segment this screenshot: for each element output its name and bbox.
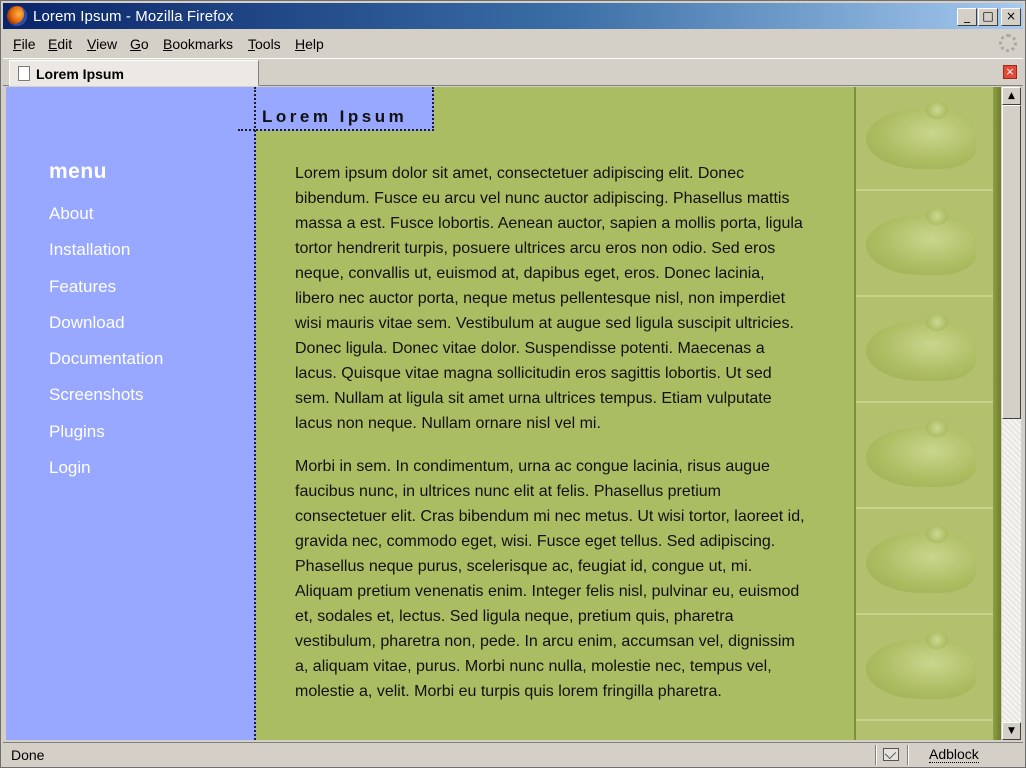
- decorative-frog-strip: [854, 87, 1001, 740]
- menu-view[interactable]: View: [87, 36, 117, 52]
- content-paragraph: Lorem ipsum dolor sit amet, consectetuer…: [295, 165, 803, 432]
- status-bar: Done Adblock: [3, 742, 1023, 766]
- frog-image: [856, 299, 1001, 403]
- site-title: Lorem Ipsum: [262, 107, 408, 126]
- frog-image: [856, 87, 1001, 191]
- menu-heading: menu: [49, 160, 108, 183]
- frog-image: [856, 617, 1001, 721]
- firefox-logo-icon: [7, 6, 27, 26]
- minimize-button[interactable]: _: [957, 8, 977, 26]
- nav-link-installation[interactable]: Installation: [49, 240, 163, 276]
- vertical-scrollbar[interactable]: ▲ ▼: [1002, 87, 1021, 740]
- nav-link-features[interactable]: Features: [49, 277, 163, 313]
- page-viewport: Lorem Ipsum menu About Installation Feat…: [6, 87, 1001, 740]
- nav-link-screenshots[interactable]: Screenshots: [49, 385, 163, 421]
- content-paragraph: Morbi in sem. In condimentum, urna ac co…: [295, 458, 805, 700]
- menu-go[interactable]: Go: [130, 36, 149, 52]
- nav-link-documentation[interactable]: Documentation: [49, 349, 163, 385]
- tab-strip: Lorem Ipsum ×: [3, 58, 1023, 86]
- menu-file[interactable]: File: [13, 36, 36, 52]
- status-divider: [875, 745, 877, 765]
- scroll-down-arrow-icon[interactable]: ▼: [1002, 722, 1021, 740]
- header-notch: [238, 129, 258, 131]
- menu-tools[interactable]: Tools: [248, 36, 281, 52]
- main-content: Lorem ipsum dolor sit amet, consectetuer…: [295, 161, 805, 722]
- frog-image: [856, 405, 1001, 509]
- menu-bookmarks[interactable]: Bookmarks: [163, 36, 233, 52]
- menu-bar: File Edit View Go Bookmarks Tools Help: [3, 31, 1023, 57]
- status-divider: [907, 745, 909, 765]
- tab-lorem-ipsum[interactable]: Lorem Ipsum: [9, 60, 259, 86]
- strip-edge: [993, 87, 1001, 740]
- status-text: Done: [11, 747, 45, 763]
- adblock-button[interactable]: Adblock: [929, 746, 979, 763]
- scroll-up-arrow-icon[interactable]: ▲: [1002, 87, 1021, 105]
- tab-label: Lorem Ipsum: [36, 66, 124, 82]
- menu-edit[interactable]: Edit: [48, 36, 72, 52]
- menu-help[interactable]: Help: [295, 36, 324, 52]
- browser-window: Lorem Ipsum - Mozilla Firefox _ □ × File…: [0, 0, 1026, 768]
- close-button[interactable]: ×: [1001, 8, 1021, 26]
- side-nav: About Installation Features Download Doc…: [49, 204, 163, 494]
- close-tab-icon[interactable]: ×: [1003, 65, 1017, 79]
- nav-link-login[interactable]: Login: [49, 458, 163, 494]
- title-bar[interactable]: Lorem Ipsum - Mozilla Firefox _ □ ×: [3, 3, 1023, 29]
- nav-link-plugins[interactable]: Plugins: [49, 422, 163, 458]
- window-title: Lorem Ipsum - Mozilla Firefox: [33, 8, 234, 25]
- nav-link-about[interactable]: About: [49, 204, 163, 240]
- document-icon: [18, 66, 30, 81]
- throbber-icon: [999, 34, 1017, 52]
- frog-image: [856, 193, 1001, 297]
- frog-image: [856, 511, 1001, 615]
- scroll-thumb[interactable]: [1002, 105, 1021, 419]
- mail-icon[interactable]: [883, 748, 899, 761]
- nav-link-download[interactable]: Download: [49, 313, 163, 349]
- maximize-button[interactable]: □: [978, 8, 998, 26]
